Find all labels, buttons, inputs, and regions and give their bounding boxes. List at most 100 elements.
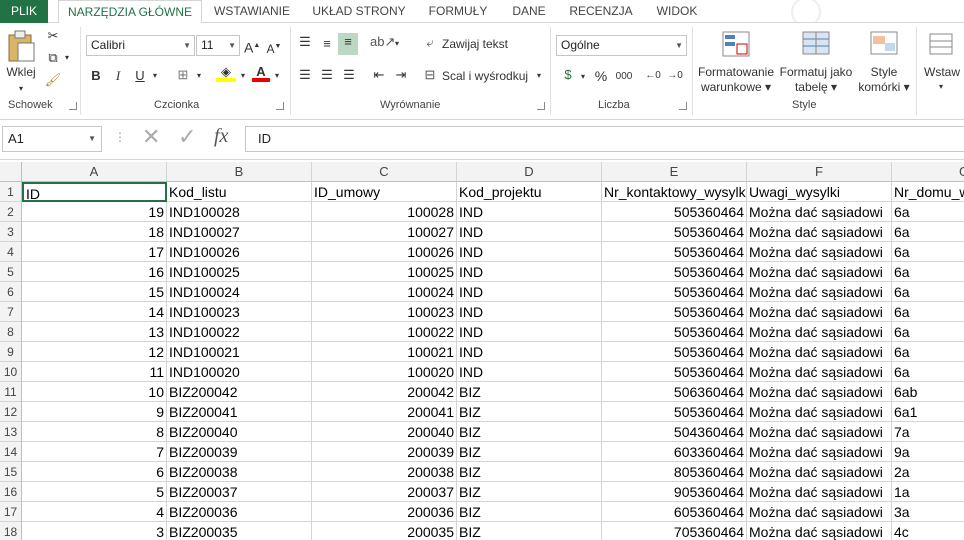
fill-color-icon[interactable]: ◈ [216, 63, 236, 82]
row-header[interactable]: 6 [0, 282, 22, 302]
align-right-icon[interactable]: ☰ [340, 66, 358, 84]
row-header[interactable]: 5 [0, 262, 22, 282]
paste-button[interactable]: Wklej [2, 65, 40, 80]
table-cell[interactable]: Można dać sąsiadowi [747, 202, 892, 222]
table-cell[interactable]: IND [457, 222, 602, 242]
table-cell[interactable]: Można dać sąsiadowi [747, 262, 892, 282]
bold-button[interactable]: B [88, 67, 104, 85]
table-cell[interactable]: IND [457, 242, 602, 262]
table-cell[interactable]: IND100027 [167, 222, 312, 242]
font-launcher-icon[interactable] [276, 102, 284, 110]
increase-font-icon[interactable]: A▲ [244, 37, 260, 57]
formula-input[interactable]: ID [245, 126, 964, 152]
format-as-table-icon[interactable] [802, 31, 832, 57]
table-cell[interactable]: 16 [22, 262, 167, 282]
table-cell[interactable]: 605360464 [602, 502, 747, 522]
row-header[interactable]: 17 [0, 502, 22, 522]
underline-button[interactable]: U [132, 67, 148, 85]
table-cell[interactable]: 603360464 [602, 442, 747, 462]
header-cell[interactable]: Uwagi_wysylki [747, 182, 892, 202]
merge-center-icon[interactable]: ⊟ [422, 66, 438, 84]
table-cell[interactable]: 505360464 [602, 242, 747, 262]
table-cell[interactable]: 100022 [312, 322, 457, 342]
table-cell[interactable]: IND [457, 342, 602, 362]
row-header[interactable]: 1 [0, 182, 22, 202]
table-cell[interactable]: 9 [22, 402, 167, 422]
table-cell[interactable]: BIZ200037 [167, 482, 312, 502]
table-cell[interactable]: BIZ [457, 482, 602, 502]
table-cell[interactable]: 3 [22, 522, 167, 540]
orientation-dropdown-icon[interactable]: ▾ [392, 35, 402, 53]
table-cell[interactable]: 7a [892, 422, 964, 442]
table-cell[interactable]: 100020 [312, 362, 457, 382]
table-cell[interactable]: IND [457, 262, 602, 282]
table-cell[interactable]: 200039 [312, 442, 457, 462]
row-header[interactable]: 15 [0, 462, 22, 482]
borders-icon[interactable]: ⊞ [174, 66, 192, 84]
table-cell[interactable]: BIZ [457, 502, 602, 522]
header-cell[interactable]: Nr_kontaktowy_wysylki [602, 182, 747, 202]
font-color-dropdown-icon[interactable]: ▾ [272, 67, 282, 85]
table-cell[interactable]: BIZ200040 [167, 422, 312, 442]
table-cell[interactable]: 506360464 [602, 382, 747, 402]
table-cell[interactable]: BIZ [457, 442, 602, 462]
cancel-icon[interactable]: ✕ [142, 124, 160, 150]
wrap-text-button[interactable]: Zawijaj tekst [442, 37, 508, 52]
row-header[interactable]: 12 [0, 402, 22, 422]
table-cell[interactable]: 6a [892, 342, 964, 362]
formula-bar-grip-icon[interactable]: ⋮ [114, 130, 126, 144]
row-header[interactable]: 14 [0, 442, 22, 462]
insert-cells-icon[interactable] [928, 31, 954, 57]
table-cell[interactable]: 505360464 [602, 402, 747, 422]
column-header-a[interactable]: A [22, 162, 167, 182]
align-middle-icon[interactable]: ≡ [318, 35, 336, 53]
table-cell[interactable]: 505360464 [602, 362, 747, 382]
table-cell[interactable]: IND [457, 362, 602, 382]
accounting-format-icon[interactable]: $ [558, 66, 578, 84]
table-cell[interactable]: 6a [892, 222, 964, 242]
align-bottom-icon[interactable]: ≡ [338, 33, 358, 55]
table-cell[interactable]: 11 [22, 362, 167, 382]
name-box[interactable]: A1 ▼ [2, 126, 102, 152]
column-header-e[interactable]: E [602, 162, 747, 182]
table-cell[interactable]: IND100028 [167, 202, 312, 222]
table-cell[interactable]: 505360464 [602, 222, 747, 242]
table-cell[interactable]: 100028 [312, 202, 457, 222]
table-cell[interactable]: 100021 [312, 342, 457, 362]
table-cell[interactable]: IND [457, 322, 602, 342]
table-cell[interactable]: BIZ200041 [167, 402, 312, 422]
table-cell[interactable]: 100023 [312, 302, 457, 322]
percent-button[interactable]: % [592, 67, 610, 85]
row-header[interactable]: 2 [0, 202, 22, 222]
table-cell[interactable]: 200035 [312, 522, 457, 540]
row-header[interactable]: 11 [0, 382, 22, 402]
table-cell[interactable]: 200037 [312, 482, 457, 502]
insert-function-icon[interactable]: fx [214, 125, 228, 148]
increase-indent-icon[interactable]: ⇥ [392, 66, 410, 84]
table-cell[interactable]: BIZ [457, 462, 602, 482]
table-cell[interactable]: 15 [22, 282, 167, 302]
table-cell[interactable]: 10 [22, 382, 167, 402]
header-cell[interactable]: Kod_listu [167, 182, 312, 202]
table-cell[interactable]: Można dać sąsiadowi [747, 382, 892, 402]
row-header[interactable]: 18 [0, 522, 22, 540]
row-header[interactable]: 10 [0, 362, 22, 382]
table-cell[interactable]: 17 [22, 242, 167, 262]
table-cell[interactable]: 4 [22, 502, 167, 522]
table-cell[interactable]: Można dać sąsiadowi [747, 522, 892, 540]
increase-decimal-icon[interactable]: ←0 [644, 67, 662, 85]
table-cell[interactable]: IND100021 [167, 342, 312, 362]
tab-review[interactable]: RECENZJA [562, 0, 640, 23]
column-header-f[interactable]: F [747, 162, 892, 182]
table-cell[interactable]: BIZ [457, 522, 602, 540]
table-cell[interactable]: IND100024 [167, 282, 312, 302]
table-cell[interactable]: Można dać sąsiadowi [747, 482, 892, 502]
table-cell[interactable]: 3a [892, 502, 964, 522]
table-cell[interactable]: 505360464 [602, 282, 747, 302]
insert-dropdown-icon[interactable]: ▾ [934, 79, 948, 94]
table-cell[interactable]: 7 [22, 442, 167, 462]
wrap-text-icon[interactable]: ⤶ [422, 34, 438, 52]
row-header[interactable]: 13 [0, 422, 22, 442]
enter-icon[interactable]: ✓ [178, 124, 196, 150]
table-cell[interactable]: BIZ [457, 422, 602, 442]
